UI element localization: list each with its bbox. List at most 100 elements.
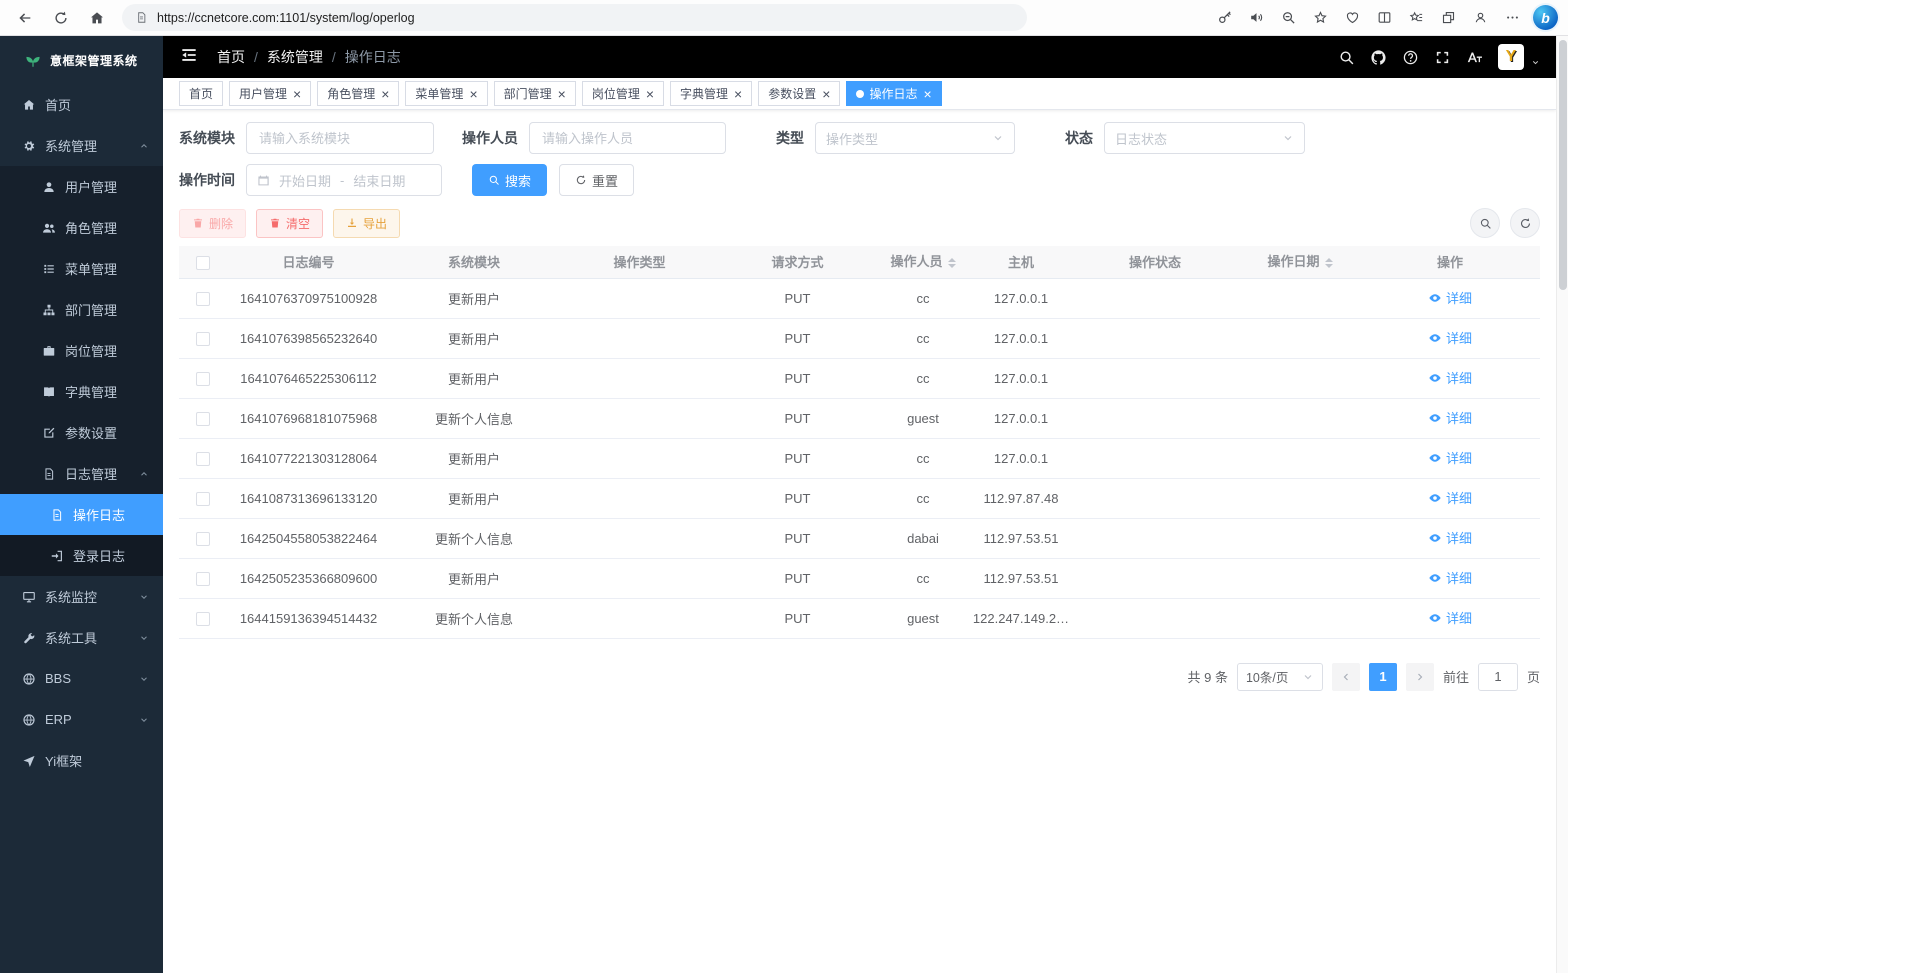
brand-logo[interactable]: Y bbox=[1498, 44, 1524, 70]
brand-caret[interactable] bbox=[1531, 58, 1540, 67]
delete-button[interactable]: 删除 bbox=[179, 209, 246, 238]
app-logo[interactable]: 意框架管理系统 bbox=[0, 36, 163, 84]
detail-link[interactable]: 详细 bbox=[1428, 528, 1472, 547]
split-screen-button[interactable] bbox=[1369, 4, 1399, 32]
tab-close-icon[interactable]: × bbox=[558, 87, 566, 101]
start-date-placeholder[interactable]: 开始日期 bbox=[279, 171, 331, 190]
module-input[interactable] bbox=[246, 122, 434, 154]
window-scrollbar[interactable] bbox=[1556, 36, 1568, 973]
sidebar-item[interactable]: 首页 bbox=[0, 84, 163, 125]
sidebar-item[interactable]: 操作日志 bbox=[0, 494, 163, 535]
sort-asc-icon[interactable] bbox=[1325, 254, 1333, 262]
export-button[interactable]: 导出 bbox=[333, 209, 400, 238]
collapse-sidebar-button[interactable] bbox=[179, 45, 203, 69]
refresh-table-button[interactable] bbox=[1510, 208, 1540, 238]
detail-link[interactable]: 详细 bbox=[1428, 608, 1472, 627]
detail-link[interactable]: 详细 bbox=[1428, 408, 1472, 427]
goto-page-input[interactable] bbox=[1478, 663, 1518, 691]
collections-button[interactable] bbox=[1433, 4, 1463, 32]
row-checkbox[interactable] bbox=[196, 612, 210, 626]
page-number-button[interactable]: 1 bbox=[1369, 663, 1397, 691]
tab[interactable]: 操作日志× bbox=[846, 81, 941, 106]
row-checkbox[interactable] bbox=[196, 332, 210, 346]
tab[interactable]: 角色管理× bbox=[317, 81, 399, 106]
tab[interactable]: 岗位管理× bbox=[582, 81, 664, 106]
zoom-out-button[interactable] bbox=[1273, 4, 1303, 32]
row-checkbox[interactable] bbox=[196, 532, 210, 546]
site-info-icon[interactable] bbox=[135, 11, 148, 24]
tab-close-icon[interactable]: × bbox=[734, 87, 742, 101]
detail-link[interactable]: 详细 bbox=[1428, 288, 1472, 307]
tab-close-icon[interactable]: × bbox=[646, 87, 654, 101]
read-aloud-button[interactable] bbox=[1241, 4, 1271, 32]
url-text[interactable]: https://ccnetcore.com:1101/system/log/op… bbox=[157, 11, 415, 25]
select-all-checkbox[interactable] bbox=[196, 256, 210, 270]
sidebar-item[interactable]: 日志管理 bbox=[0, 453, 163, 494]
sidebar-item[interactable]: 用户管理 bbox=[0, 166, 163, 207]
fullscreen-button[interactable] bbox=[1434, 49, 1451, 66]
row-checkbox[interactable] bbox=[196, 452, 210, 466]
clear-button[interactable]: 清空 bbox=[256, 209, 323, 238]
sidebar-item[interactable]: 字典管理 bbox=[0, 371, 163, 412]
tab[interactable]: 菜单管理× bbox=[405, 81, 487, 106]
sort-desc-icon[interactable] bbox=[1325, 264, 1333, 272]
row-checkbox[interactable] bbox=[196, 572, 210, 586]
refresh-button[interactable] bbox=[46, 4, 76, 32]
tab-close-icon[interactable]: × bbox=[293, 87, 301, 101]
tab[interactable]: 部门管理× bbox=[494, 81, 576, 106]
reset-button[interactable]: 重置 bbox=[559, 164, 634, 196]
help-button[interactable] bbox=[1402, 49, 1419, 66]
tab[interactable]: 用户管理× bbox=[229, 81, 311, 106]
favorites-button[interactable] bbox=[1401, 4, 1431, 32]
tab-close-icon[interactable]: × bbox=[923, 87, 931, 101]
key-button[interactable] bbox=[1209, 4, 1239, 32]
sidebar-item[interactable]: 部门管理 bbox=[0, 289, 163, 330]
operator-input[interactable] bbox=[529, 122, 726, 154]
sort-carets[interactable] bbox=[948, 254, 956, 272]
scrollbar-thumb[interactable] bbox=[1559, 40, 1567, 290]
browser-essentials-button[interactable] bbox=[1337, 4, 1367, 32]
detail-link[interactable]: 详细 bbox=[1428, 448, 1472, 467]
tab-close-icon[interactable]: × bbox=[822, 87, 830, 101]
row-checkbox[interactable] bbox=[196, 372, 210, 386]
detail-link[interactable]: 详细 bbox=[1428, 488, 1472, 507]
breadcrumb-item[interactable]: 首页 bbox=[217, 47, 245, 67]
sidebar-item[interactable]: 参数设置 bbox=[0, 412, 163, 453]
next-page-button[interactable] bbox=[1406, 663, 1434, 691]
sidebar-item[interactable]: 登录日志 bbox=[0, 535, 163, 576]
row-checkbox[interactable] bbox=[196, 412, 210, 426]
sort-carets[interactable] bbox=[1325, 254, 1333, 272]
favorites-add-button[interactable] bbox=[1305, 4, 1335, 32]
more-button[interactable] bbox=[1497, 4, 1527, 32]
page-size-select[interactable]: 10条/页 bbox=[1237, 663, 1323, 691]
search-button[interactable] bbox=[1338, 49, 1355, 66]
breadcrumb-item[interactable]: 系统管理 bbox=[267, 47, 323, 67]
github-button[interactable] bbox=[1370, 49, 1387, 66]
home-button[interactable] bbox=[82, 4, 112, 32]
row-checkbox[interactable] bbox=[196, 492, 210, 506]
tab[interactable]: 首页 bbox=[179, 81, 223, 106]
font-size-button[interactable] bbox=[1466, 49, 1483, 66]
type-select[interactable]: 操作类型 bbox=[815, 122, 1015, 154]
prev-page-button[interactable] bbox=[1332, 663, 1360, 691]
sidebar-item[interactable]: 系统工具 bbox=[0, 617, 163, 658]
sidebar-item[interactable]: 角色管理 bbox=[0, 207, 163, 248]
back-button[interactable] bbox=[10, 4, 40, 32]
detail-link[interactable]: 详细 bbox=[1428, 328, 1472, 347]
tab-close-icon[interactable]: × bbox=[381, 87, 389, 101]
tab[interactable]: 参数设置× bbox=[758, 81, 840, 106]
url-bar[interactable]: https://ccnetcore.com:1101/system/log/op… bbox=[122, 4, 1027, 31]
status-select[interactable]: 日志状态 bbox=[1104, 122, 1305, 154]
end-date-placeholder[interactable]: 结束日期 bbox=[353, 171, 405, 190]
sidebar-item[interactable]: 岗位管理 bbox=[0, 330, 163, 371]
sidebar-item[interactable]: 系统管理 bbox=[0, 125, 163, 166]
bing-icon[interactable]: b bbox=[1533, 5, 1558, 30]
profile-button[interactable] bbox=[1465, 4, 1495, 32]
sidebar-item[interactable]: 菜单管理 bbox=[0, 248, 163, 289]
date-range-input[interactable]: 开始日期 - 结束日期 bbox=[246, 164, 442, 196]
tab-close-icon[interactable]: × bbox=[469, 87, 477, 101]
sidebar-item[interactable]: 系统监控 bbox=[0, 576, 163, 617]
detail-link[interactable]: 详细 bbox=[1428, 568, 1472, 587]
search-button[interactable]: 搜索 bbox=[472, 164, 547, 196]
sidebar-item[interactable]: Yi框架 bbox=[0, 740, 163, 781]
